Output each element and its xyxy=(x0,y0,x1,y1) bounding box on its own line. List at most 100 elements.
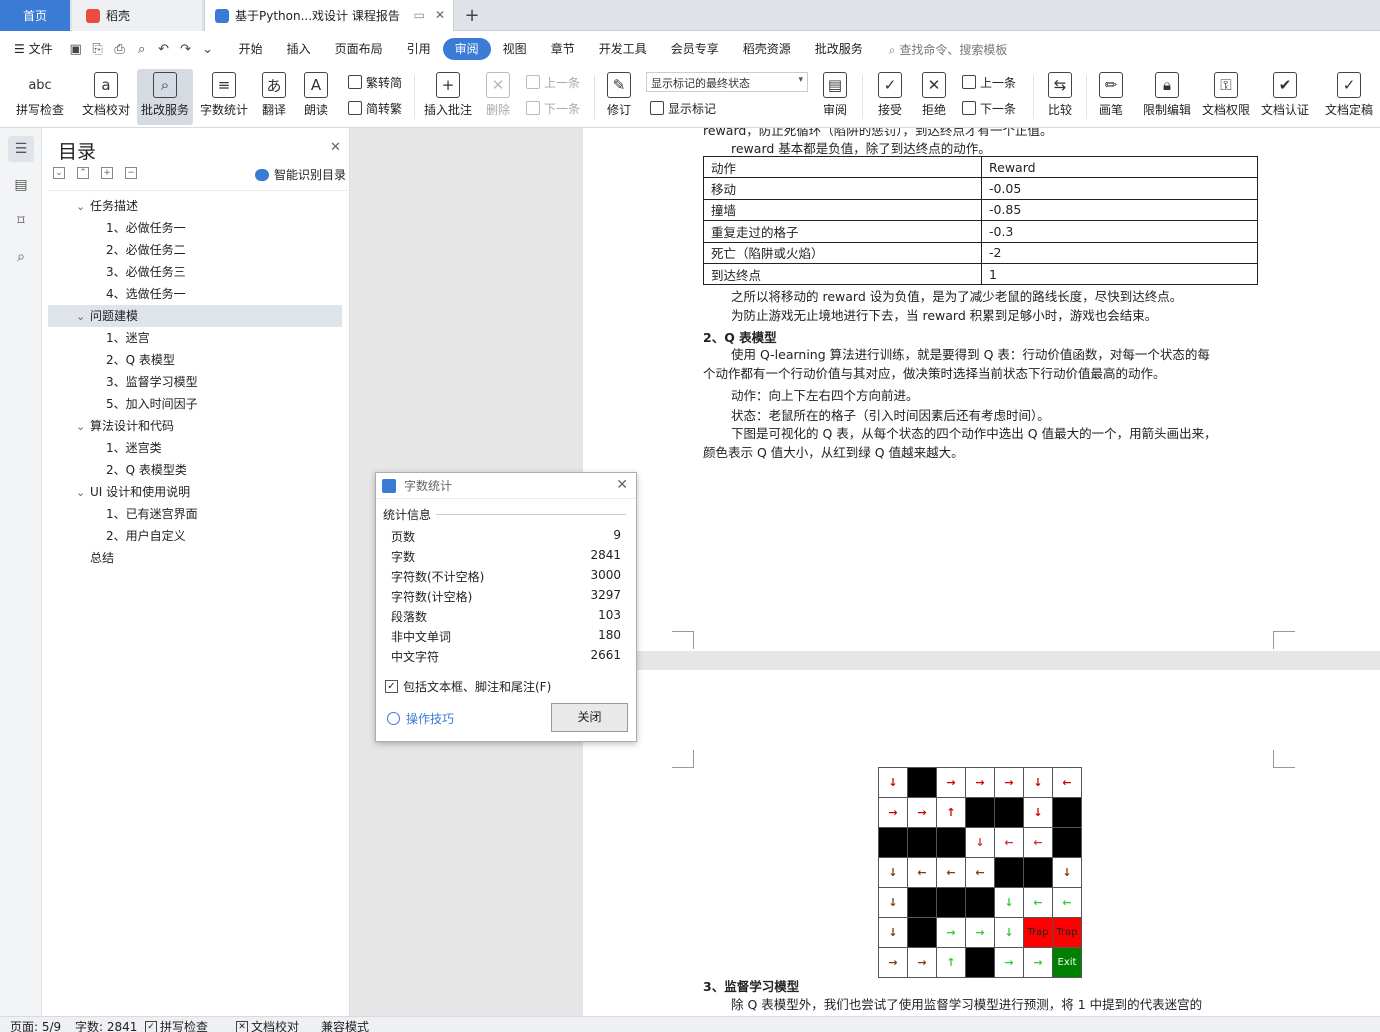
toc-item[interactable]: ⌄ UI 设计和使用说明 xyxy=(48,481,342,503)
show-markup-button[interactable]: 显示标记 xyxy=(650,98,716,118)
doc-proof-toggle[interactable]: ✕ 文档校对 xyxy=(236,1018,299,1032)
spell-check-button[interactable]: abc 拼写检查 xyxy=(8,69,72,125)
pen-button[interactable]: ✏ 画笔 xyxy=(1093,69,1129,125)
new-tab-button[interactable]: + xyxy=(458,0,486,31)
toc-item[interactable]: 5、加入时间因子 xyxy=(48,393,342,415)
toc-item[interactable]: 1、迷宫 xyxy=(48,327,342,349)
menu-tab-6[interactable]: 章节 xyxy=(539,38,587,60)
dialog-titlebar[interactable]: 字数统计 xyxy=(376,473,636,499)
collapse-all-icon[interactable]: ⌄ xyxy=(53,167,65,179)
insert-comment-button[interactable]: + 插入批注 xyxy=(420,69,476,125)
page-indicator[interactable]: 页面: 5/9 xyxy=(10,1018,61,1032)
add-heading-icon[interactable]: + xyxy=(101,167,113,179)
menu-tab-3[interactable]: 引用 xyxy=(395,38,443,60)
trad-to-simp-button[interactable]: 繁转简 xyxy=(348,72,402,92)
toc-item[interactable]: 4、选做任务一 xyxy=(48,283,342,305)
save-icon[interactable]: ▣ xyxy=(65,38,87,60)
tips-link[interactable]: 操作技巧 xyxy=(387,710,454,727)
print-icon[interactable]: ⎙ xyxy=(109,38,131,60)
expand-all-icon[interactable]: ⌃ xyxy=(77,167,89,179)
bookmark-icon[interactable]: ⌑ xyxy=(8,208,34,234)
undo-icon[interactable]: ↶ xyxy=(153,38,175,60)
close-icon[interactable]: ✕ xyxy=(330,140,341,155)
menu-tab-5[interactable]: 视图 xyxy=(491,38,539,60)
word-count-indicator[interactable]: 字数: 2841 xyxy=(75,1018,137,1032)
simp-to-trad-button[interactable]: 简转繁 xyxy=(348,98,402,118)
toc-item[interactable]: 1、迷宫类 xyxy=(48,437,342,459)
doc-permission-button[interactable]: ⚿ 文档权限 xyxy=(1199,69,1253,125)
toc-item[interactable]: 2、用户自定义 xyxy=(48,525,342,547)
export-pdf-icon[interactable]: ⎘ xyxy=(87,38,109,60)
next-change-button[interactable]: 下一条 xyxy=(962,98,1016,118)
menu-tab-0[interactable]: 开始 xyxy=(227,38,275,60)
menu-tab-7[interactable]: 开发工具 xyxy=(587,38,659,60)
toc-item[interactable]: 3、监督学习模型 xyxy=(48,371,342,393)
next-comment-button[interactable]: 下一条 xyxy=(526,98,580,118)
search-icon[interactable]: ⌕ xyxy=(8,244,34,270)
prev-change-button[interactable]: 上一条 xyxy=(962,72,1016,92)
chevron-down-icon[interactable]: ⌄ xyxy=(76,196,90,218)
toc-item[interactable]: ⌄ 任务描述 xyxy=(48,195,342,217)
toc-item[interactable]: 1、已有迷宫界面 xyxy=(48,503,342,525)
toc-item[interactable]: 总结 xyxy=(48,547,342,569)
toc-item[interactable]: 2、必做任务二 xyxy=(48,239,342,261)
toc-item[interactable]: 1、必做任务一 xyxy=(48,217,342,239)
search-command-input[interactable]: ⌕ 查找命令、搜索模板 xyxy=(889,41,1008,58)
menu-tab-10[interactable]: 批改服务 xyxy=(803,38,875,60)
toc-item[interactable]: ⌄ 算法设计和代码 xyxy=(48,415,342,437)
correct-service-button[interactable]: ⌕ 批改服务 xyxy=(137,69,193,125)
translate-button[interactable]: あ翻译 xyxy=(255,69,293,125)
customize-chevron-icon[interactable]: ⌄ xyxy=(197,38,219,60)
smart-toc-button[interactable]: 智能识别目录 xyxy=(255,166,346,183)
tab-home[interactable]: 首页 xyxy=(0,0,70,31)
word-count-button[interactable]: ≡ 字数统计 xyxy=(196,69,252,125)
restrict-edit-button[interactable]: 🔒︎ 限制编辑 xyxy=(1140,69,1194,125)
file-menu[interactable]: ☰ 文件 xyxy=(0,38,65,60)
read-aloud-button[interactable]: A 朗读 xyxy=(298,69,334,125)
menu-tab-1[interactable]: 插入 xyxy=(275,38,323,60)
writer-app-icon xyxy=(382,478,396,493)
close-button[interactable]: 关闭 xyxy=(551,703,628,732)
include-textbox-checkbox[interactable]: ✓ 包括文本框、脚注和尾注(F) xyxy=(385,678,551,695)
chevron-down-icon[interactable]: ⌄ xyxy=(76,416,90,438)
maze-wall-cell xyxy=(907,767,937,798)
document-page[interactable]: ↓ → → → ↓ ← → → ↑ ↓ ↓ ← ← ↓ ← ← ← ↓ ↓ ↓ ← ← ↓ → → ↓ Trap Trap → → ↑ → → E… xyxy=(583,670,1380,1016)
doc-proof-button[interactable]: a 文档校对 xyxy=(78,69,134,125)
track-changes-button[interactable]: ✎ 修订 xyxy=(600,69,638,125)
stat-label: 字符数(不计空格) xyxy=(391,570,485,584)
document-page[interactable]: reward，防止死循环（陷阱的惩罚），到达终点才有一个正值。 reward 基… xyxy=(583,128,1380,651)
spell-check-toggle[interactable]: ✓ 拼写检查 xyxy=(145,1018,208,1032)
compare-button[interactable]: ⇆ 比较 xyxy=(1040,69,1080,125)
pen-label: 画笔 xyxy=(1098,103,1123,117)
prev-comment-button[interactable]: 上一条 xyxy=(526,72,580,92)
redo-icon[interactable]: ↷ xyxy=(175,38,197,60)
accept-button[interactable]: ✓ 接受 xyxy=(870,69,910,125)
menu-tab-2[interactable]: 页面布局 xyxy=(323,38,395,60)
reject-button[interactable]: ✕ 拒绝 xyxy=(914,69,954,125)
toc-item-label: 问题建模 xyxy=(90,309,139,323)
markup-state-select[interactable]: 显示标记的最终状态 ▾ xyxy=(646,72,808,92)
print-preview-icon[interactable]: ⌕ xyxy=(131,38,153,60)
toc-pane-icon[interactable]: ☰ xyxy=(8,136,34,162)
menu-tab-4[interactable]: 审阅 xyxy=(442,38,491,60)
close-tab-icon[interactable]: ✕ xyxy=(435,8,445,22)
doc-cert-button[interactable]: ✔ 文档认证 xyxy=(1258,69,1312,125)
doc-final-button[interactable]: ✓ 文档定稿 xyxy=(1320,69,1378,125)
tab-document[interactable]: 基于Python...戏设计 课程报告 ▭ ✕ xyxy=(204,0,454,31)
review-pane-button[interactable]: ▤ 审阅 xyxy=(816,69,854,125)
toc-item[interactable]: 2、Q 表模型 xyxy=(48,349,342,371)
delete-comment-button[interactable]: ✕ 删除 xyxy=(478,69,518,125)
chapter-nav-icon[interactable]: ▤ xyxy=(8,172,34,198)
toc-item[interactable]: 2、Q 表模型类 xyxy=(48,459,342,481)
chevron-down-icon[interactable]: ⌄ xyxy=(76,482,90,504)
ribbon-divider xyxy=(594,75,595,119)
remove-heading-icon[interactable]: − xyxy=(125,167,137,179)
toc-item[interactable]: ⌄ 问题建模 xyxy=(48,305,342,327)
monitor-icon[interactable]: ▭ xyxy=(414,8,425,22)
tab-daoke[interactable]: 稻壳 xyxy=(72,0,202,31)
menu-tab-9[interactable]: 稻壳资源 xyxy=(731,38,803,60)
chevron-down-icon[interactable]: ⌄ xyxy=(76,306,90,328)
menu-tab-8[interactable]: 会员专享 xyxy=(659,38,731,60)
toc-item[interactable]: 3、必做任务三 xyxy=(48,261,342,283)
close-icon[interactable]: ✕ xyxy=(616,477,628,493)
